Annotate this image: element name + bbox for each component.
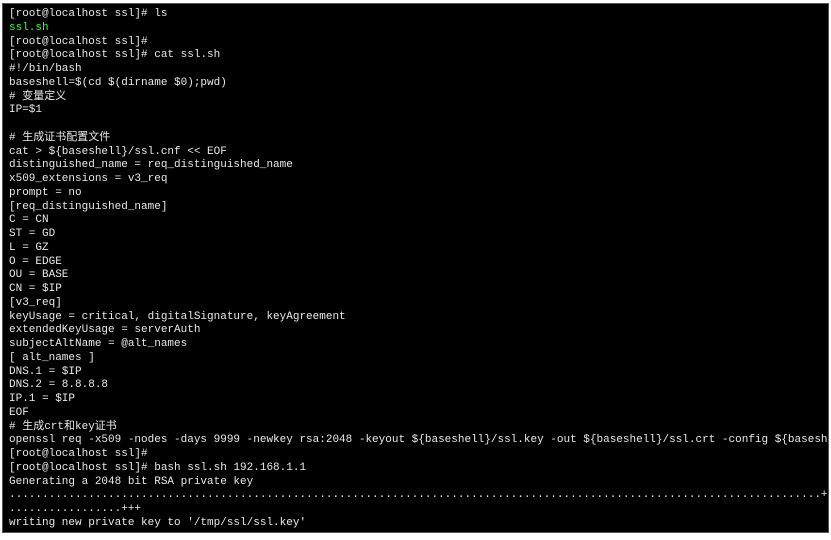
gen-msg: Generating a 2048 bit RSA private key: [9, 476, 253, 488]
dots-1: ........................................…: [9, 489, 829, 501]
script-ou: OU = BASE: [9, 269, 68, 281]
cmd-cat: cat ssl.sh: [154, 49, 220, 61]
script-dn: distinguished_name = req_distinguished_n…: [9, 159, 293, 171]
prompt-cat: [root@localhost ssl]#: [9, 49, 148, 61]
script-shebang: #!/bin/bash: [9, 63, 82, 75]
script-prompt-no: prompt = no: [9, 187, 82, 199]
script-v3req: [v3_req]: [9, 297, 62, 309]
script-o: O = EDGE: [9, 256, 62, 268]
script-cn: CN = $IP: [9, 283, 62, 295]
cmd-ls-1: ls: [154, 8, 167, 20]
dots-2: .................+++: [9, 503, 141, 515]
cmd-bash: bash ssl.sh 192.168.1.1: [154, 462, 306, 474]
script-cat-heredoc: cat > ${baseshell}/ssl.cnf << EOF: [9, 146, 227, 158]
prompt-after-cat: [root@localhost ssl]#: [9, 448, 148, 460]
script-dns2: DNS.2 = 8.8.8.8: [9, 379, 108, 391]
script-baseshell: baseshell=$(cd $(dirname $0);pwd): [9, 77, 227, 89]
script-keyusage: keyUsage = critical, digitalSignature, k…: [9, 311, 346, 323]
prompt: [root@localhost ssl]#: [9, 8, 148, 20]
script-comment-cfg: # 生成证书配置文件: [9, 132, 110, 144]
script-eof: EOF: [9, 407, 29, 419]
script-l: L = GZ: [9, 242, 49, 254]
prompt-bash: [root@localhost ssl]#: [9, 462, 148, 474]
script-ext-keyusage: extendedKeyUsage = serverAuth: [9, 324, 200, 336]
script-altnames: [ alt_names ]: [9, 352, 95, 364]
prompt-empty: [root@localhost ssl]#: [9, 36, 148, 48]
script-san: subjectAltName = @alt_names: [9, 338, 187, 350]
terminal-window[interactable]: [root@localhost ssl]# ls ssl.sh [root@lo…: [2, 3, 829, 533]
writing-key: writing new private key to '/tmp/ssl/ssl…: [9, 517, 306, 529]
script-c: C = CN: [9, 214, 49, 226]
file-ssl-sh-1: ssl.sh: [9, 22, 49, 34]
script-openssl: openssl req -x509 -nodes -days 9999 -new…: [9, 434, 829, 446]
script-st: ST = GD: [9, 228, 55, 240]
script-dns1: DNS.1 = $IP: [9, 366, 82, 378]
script-ip-assign: IP=$1: [9, 104, 42, 116]
script-comment-crt: # 生成crt和key证书: [9, 421, 117, 433]
script-x509: x509_extensions = v3_req: [9, 173, 167, 185]
script-ip1: IP.1 = $IP: [9, 393, 75, 405]
script-comment-vars: # 变量定义: [9, 91, 66, 103]
script-req-dn: [req_distinguished_name]: [9, 201, 167, 213]
dashes: -----: [9, 531, 42, 534]
